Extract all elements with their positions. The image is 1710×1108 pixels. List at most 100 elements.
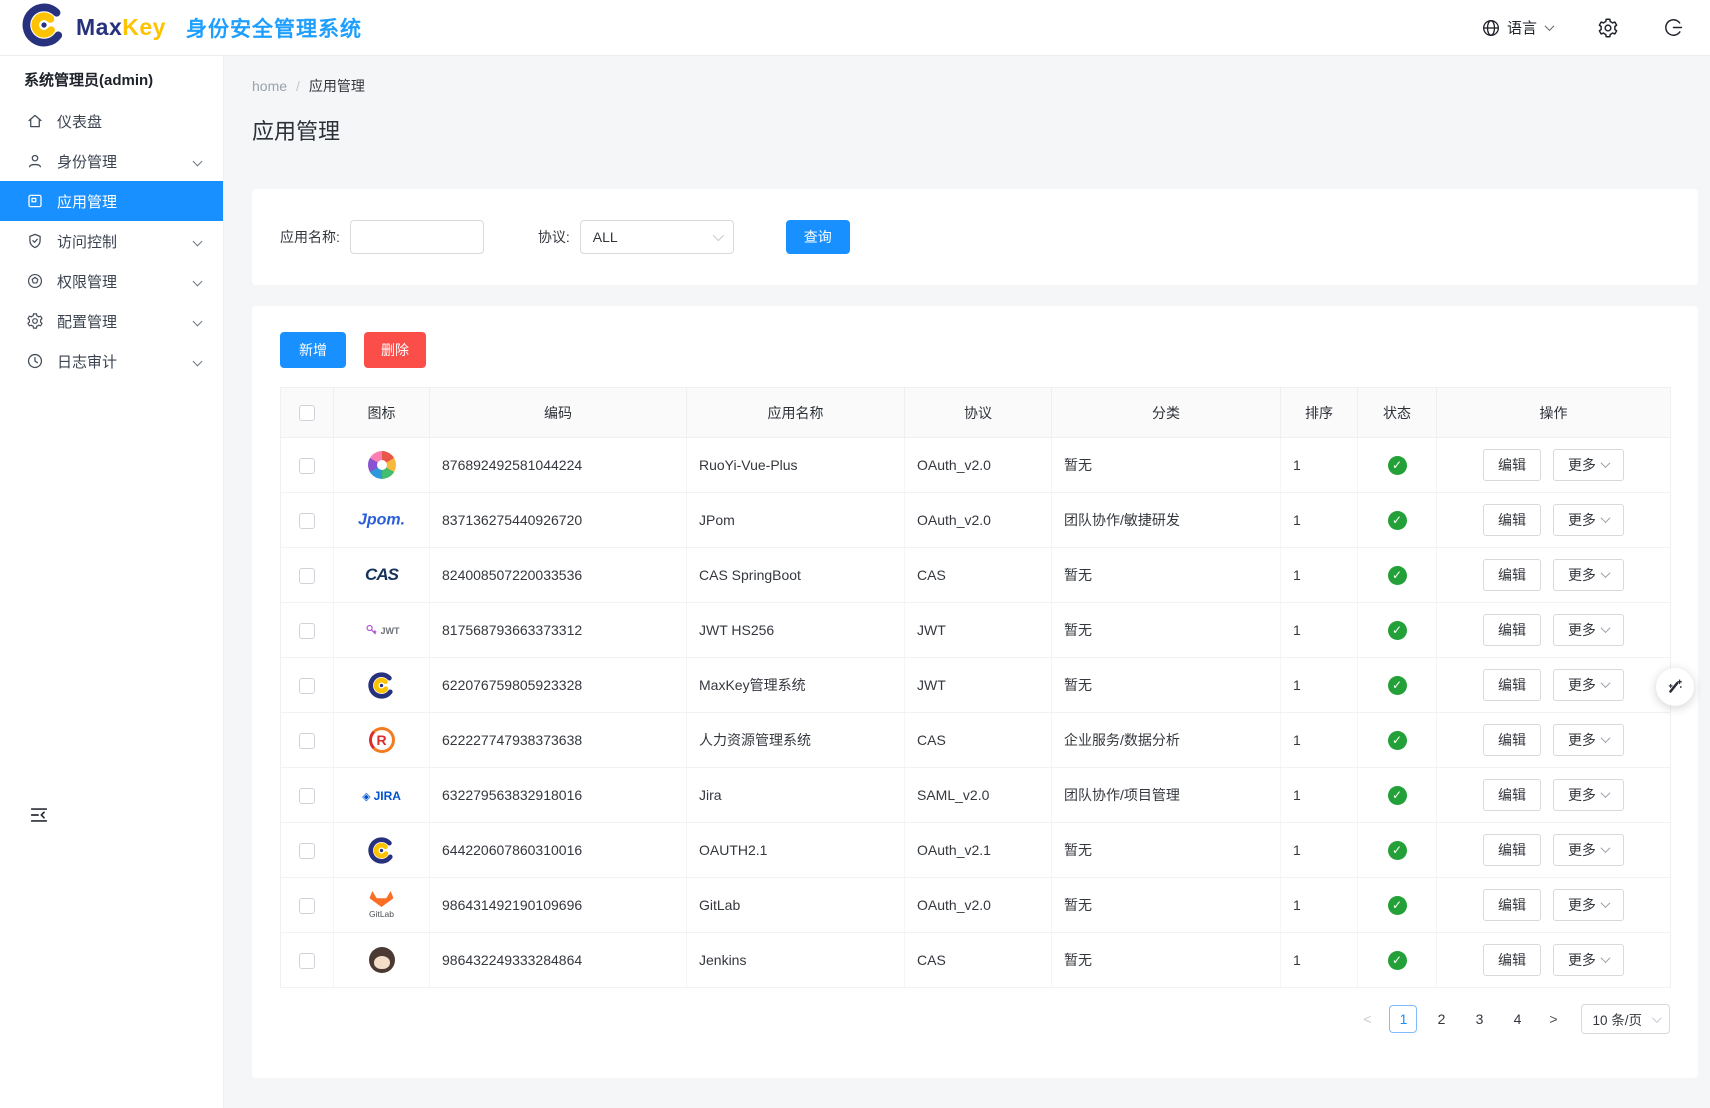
sidebar-item-label: 身份管理 [57, 151, 181, 172]
sidebar-item-label: 日志审计 [57, 351, 181, 372]
protocol-select-value: ALL [593, 229, 618, 245]
edit-button[interactable]: 编辑 [1483, 614, 1541, 646]
protocol-select[interactable]: ALL [580, 220, 734, 254]
sidebar-item-label: 访问控制 [57, 231, 181, 252]
more-button[interactable]: 更多 [1553, 779, 1624, 811]
page-number-3[interactable]: 3 [1465, 1005, 1493, 1033]
row-checkbox[interactable] [299, 953, 315, 969]
status-enabled-icon: ✓ [1388, 951, 1407, 970]
edit-button[interactable]: 编辑 [1483, 834, 1541, 866]
app-protocol: SAML_v2.0 [905, 768, 1052, 823]
more-button[interactable]: 更多 [1553, 669, 1624, 701]
next-page-button[interactable]: > [1541, 1011, 1565, 1027]
app-sort: 1 [1281, 768, 1358, 823]
app-icon [26, 192, 44, 210]
row-checkbox[interactable] [299, 733, 315, 749]
row-checkbox[interactable] [299, 843, 315, 859]
app-code: 622076759805923328 [430, 658, 687, 713]
app-icon-jwt: JWT [364, 623, 400, 638]
clock-icon [26, 352, 44, 370]
app-name: CAS SpringBoot [687, 548, 905, 603]
chevron-down-icon [1600, 623, 1610, 633]
sidebar-item-identity[interactable]: 身份管理 [0, 141, 223, 181]
sidebar-item-config[interactable]: 配置管理 [0, 301, 223, 341]
menu-fold-icon[interactable] [28, 804, 50, 826]
more-button[interactable]: 更多 [1553, 614, 1624, 646]
select-all-checkbox[interactable] [299, 405, 315, 421]
edit-button[interactable]: 编辑 [1483, 559, 1541, 591]
row-checkbox[interactable] [299, 678, 315, 694]
logout-button[interactable] [1663, 17, 1684, 38]
app-name: GitLab [687, 878, 905, 933]
more-button[interactable]: 更多 [1553, 504, 1624, 536]
sidebar-item-apps[interactable]: 应用管理 [0, 181, 223, 221]
status-enabled-icon: ✓ [1388, 566, 1407, 585]
more-button[interactable]: 更多 [1553, 944, 1624, 976]
breadcrumb-home-link[interactable]: home [252, 78, 287, 94]
edit-button[interactable]: 编辑 [1483, 889, 1541, 921]
edit-button[interactable]: 编辑 [1483, 724, 1541, 756]
brand: MaxKey 身份安全管理系统 [22, 3, 362, 52]
top-header: MaxKey 身份安全管理系统 语言 [0, 0, 1710, 56]
page-size-select[interactable]: 10 条/页 [1581, 1004, 1670, 1034]
app-code: 837136275440926720 [430, 493, 687, 548]
row-checkbox[interactable] [299, 898, 315, 914]
table-row: ◈JIRA 632279563832918016 Jira SAML_v2.0 … [281, 768, 1671, 823]
app-category: 暂无 [1052, 878, 1281, 933]
row-checkbox[interactable] [299, 513, 315, 529]
more-button[interactable]: 更多 [1553, 834, 1624, 866]
table-row: CAS 824008507220033536 CAS SpringBoot CA… [281, 548, 1671, 603]
brand-key: Key [122, 14, 166, 40]
query-button[interactable]: 查询 [786, 220, 850, 254]
more-button[interactable]: 更多 [1553, 559, 1624, 591]
edit-button[interactable]: 编辑 [1483, 449, 1541, 481]
edit-button[interactable]: 编辑 [1483, 504, 1541, 536]
app-code: 876892492581044224 [430, 438, 687, 493]
column-header: 状态 [1358, 388, 1437, 438]
edit-button[interactable]: 编辑 [1483, 669, 1541, 701]
page-size-value: 10 条/页 [1592, 1009, 1642, 1029]
row-checkbox[interactable] [299, 458, 315, 474]
delete-button[interactable]: 删除 [364, 332, 426, 368]
app-name: MaxKey管理系统 [687, 658, 905, 713]
add-button[interactable]: 新增 [280, 332, 346, 368]
app-protocol: OAuth_v2.1 [905, 823, 1052, 878]
page-number-1[interactable]: 1 [1389, 1005, 1417, 1033]
edit-button[interactable]: 编辑 [1483, 779, 1541, 811]
row-checkbox[interactable] [299, 788, 315, 804]
app-code: 644220607860310016 [430, 823, 687, 878]
row-checkbox[interactable] [299, 623, 315, 639]
status-enabled-icon: ✓ [1388, 676, 1407, 695]
app-code: 632279563832918016 [430, 768, 687, 823]
table-row: Jpom. 837136275440926720 JPom OAuth_v2.0… [281, 493, 1671, 548]
more-button[interactable]: 更多 [1553, 724, 1624, 756]
prev-page-button[interactable]: < [1355, 1011, 1379, 1027]
app-name-input[interactable] [350, 220, 484, 254]
sidebar-item-dashboard[interactable]: 仪表盘 [0, 101, 223, 141]
app-sort: 1 [1281, 933, 1358, 988]
table-panel: 新增 删除 图标编码应用名称协议分类排序状态操作 876892492581044… [252, 306, 1698, 1078]
app-protocol: OAuth_v2.0 [905, 493, 1052, 548]
page-number-2[interactable]: 2 [1427, 1005, 1455, 1033]
sidebar-item-audit[interactable]: 日志审计 [0, 341, 223, 381]
more-button[interactable]: 更多 [1553, 889, 1624, 921]
app-category: 暂无 [1052, 603, 1281, 658]
row-checkbox[interactable] [299, 568, 315, 584]
chevron-down-icon [1652, 1013, 1662, 1023]
page-number-4[interactable]: 4 [1503, 1005, 1531, 1033]
settings-gear-button[interactable] [1597, 17, 1619, 39]
edit-button[interactable]: 编辑 [1483, 944, 1541, 976]
chevron-down-icon [193, 156, 203, 166]
app-category: 暂无 [1052, 933, 1281, 988]
sidebar-item-label: 权限管理 [57, 271, 181, 292]
app-icon-gitlab: GitLab [369, 891, 394, 919]
chevron-down-icon [713, 230, 724, 241]
sidebar-item-access[interactable]: 访问控制 [0, 221, 223, 261]
language-menu[interactable]: 语言 [1481, 17, 1553, 38]
breadcrumb: home / 应用管理 [252, 76, 1698, 96]
app-category: 暂无 [1052, 823, 1281, 878]
more-button[interactable]: 更多 [1553, 449, 1624, 481]
column-header: 图标 [334, 388, 430, 438]
magic-wand-button[interactable] [1656, 668, 1694, 706]
sidebar-item-permission[interactable]: 权限管理 [0, 261, 223, 301]
